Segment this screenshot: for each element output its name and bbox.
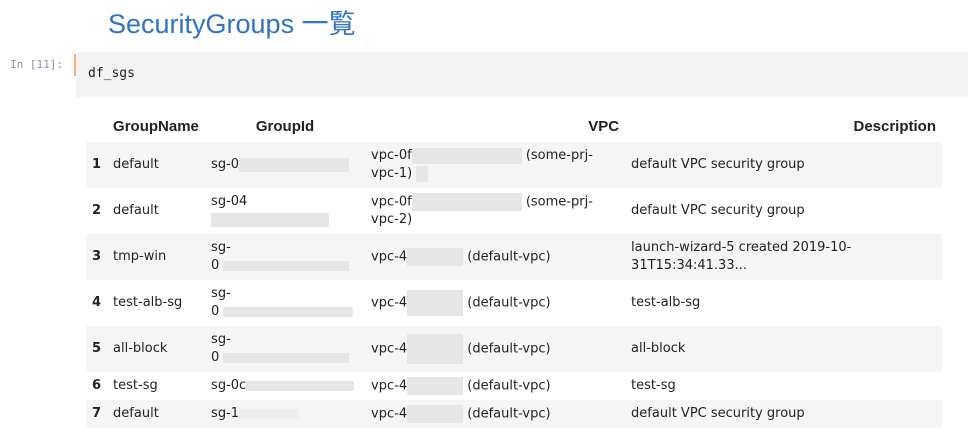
vpc-header: VPC xyxy=(588,117,620,135)
row-index: 6 xyxy=(86,372,108,400)
groupid-text: sg- xyxy=(211,240,231,255)
row-index: 3 xyxy=(86,234,108,280)
vpc-name: (default-vpc) xyxy=(467,295,551,311)
groupid-text-cont: 0 xyxy=(211,258,220,273)
row-index: 4 xyxy=(86,280,108,326)
table-row: 6 test-sg sg-0c vpc-4 (default-vpc) test… xyxy=(86,372,942,400)
table-row: 2 default sg-04 vpc-0f (some-prj- vpc-2)… xyxy=(86,188,942,234)
vpc-cell: vpc-0f (some-prj- vpc-2) xyxy=(365,188,626,234)
vpc-cell: vpc-0f (some-prj- vpc-1) xyxy=(365,142,626,188)
groupid-cell: sg- 0 xyxy=(205,280,366,326)
redaction xyxy=(407,404,464,423)
vpc-name: (default-vpc) xyxy=(467,378,551,394)
redaction xyxy=(407,376,464,395)
table-row: 1 default sg-0 vpc-0f (some-prj- vpc-1) … xyxy=(86,142,942,188)
description-header: Description xyxy=(853,117,936,135)
groupid-text: sg-0c xyxy=(211,378,247,393)
groupname-cell: all-block xyxy=(107,326,206,372)
redaction xyxy=(246,380,355,391)
groupid-text-cont: 0 xyxy=(211,350,220,365)
vpc-cell: vpc-4 (default-vpc) xyxy=(365,234,626,280)
table-row: 5 all-block sg- 0 vpc-4 (default-vpc) al… xyxy=(86,326,942,372)
table-header-row: GroupName GroupId VPC Description xyxy=(86,110,942,142)
groupid-text: sg- xyxy=(211,332,231,347)
redaction xyxy=(411,147,522,164)
redaction xyxy=(223,306,354,317)
redaction xyxy=(239,157,350,172)
vpc-cell: vpc-4 (default-vpc) xyxy=(365,400,626,428)
redaction xyxy=(407,247,464,266)
description-cell: launch-wizard-5 created 2019-10-31T15:34… xyxy=(625,234,942,280)
vpc-text: vpc-4 xyxy=(371,341,408,357)
page-title: SecurityGroups 一覧 xyxy=(108,9,356,39)
groupid-cell: sg- 0 xyxy=(205,326,366,372)
vpc-text: vpc-4 xyxy=(371,249,408,265)
redaction xyxy=(411,192,522,211)
cell-prompt: In [11]: xyxy=(10,58,63,71)
code-text[interactable]: df_sgs xyxy=(88,66,135,81)
redaction xyxy=(407,290,464,316)
groupid-text-cont: 0 xyxy=(211,304,220,319)
redaction xyxy=(211,212,330,227)
groupname-cell: test-alb-sg xyxy=(107,280,206,326)
vpc-name: (default-vpc) xyxy=(467,249,551,265)
table-row: 7 default sg-1 vpc-4 (default-vpc) defau… xyxy=(86,400,942,428)
row-index: 2 xyxy=(86,188,108,234)
vpc-name: (some-prj- xyxy=(525,148,593,163)
groupid-text: sg-1 xyxy=(211,406,240,421)
groupname-cell: default xyxy=(107,188,206,234)
groupname-cell: default xyxy=(107,142,206,188)
groupid-text: sg-0 xyxy=(211,157,240,172)
groupid-cell: sg-04 xyxy=(205,188,366,234)
groupid-cell: sg-0 xyxy=(205,142,366,188)
redaction xyxy=(223,260,350,271)
table-row: 4 test-alb-sg sg- 0 vpc-4 (default-vpc) … xyxy=(86,280,942,326)
vpc-cell: vpc-4 (default-vpc) xyxy=(365,372,626,400)
code-cell[interactable]: df_sgs xyxy=(76,52,968,97)
vpc-name: (some-prj- xyxy=(525,194,593,210)
vpc-text: vpc-4 xyxy=(371,378,408,394)
vpc-text: vpc-0f xyxy=(371,194,412,210)
vpc-name: (default-vpc) xyxy=(467,406,551,422)
groupid-text: sg- xyxy=(211,286,231,301)
vpc-name-cont: vpc-1) xyxy=(371,166,413,181)
groupid-text: sg-04 xyxy=(211,194,248,209)
groupid-cell: sg-1 xyxy=(205,400,366,428)
description-cell: default VPC security group xyxy=(625,142,942,188)
dataframe-table: GroupName GroupId VPC Description 1 defa… xyxy=(86,110,942,428)
description-cell: test-sg xyxy=(625,372,942,400)
row-index: 1 xyxy=(86,142,108,188)
vpc-name: (default-vpc) xyxy=(467,341,551,357)
index-header xyxy=(86,110,107,142)
description-cell: all-block xyxy=(625,326,942,372)
description-cell: default VPC security group xyxy=(625,188,942,234)
description-cell: default VPC security group xyxy=(625,400,942,428)
row-index: 5 xyxy=(86,326,108,372)
groupid-cell: sg-0c xyxy=(205,372,366,400)
groupid-header: GroupId xyxy=(255,117,315,135)
description-cell: test-alb-sg xyxy=(625,280,942,326)
groupname-header: GroupName xyxy=(113,117,199,135)
table-row: 3 tmp-win sg- 0 vpc-4 (default-vpc) laun… xyxy=(86,234,942,280)
groupname-cell: default xyxy=(107,400,206,428)
row-index: 7 xyxy=(86,400,108,428)
vpc-text: vpc-4 xyxy=(371,406,408,422)
vpc-name-cont: vpc-2) xyxy=(371,212,413,228)
redaction xyxy=(223,352,350,363)
groupname-cell: tmp-win xyxy=(107,234,206,280)
redaction xyxy=(407,334,464,364)
vpc-cell: vpc-4 (default-vpc) xyxy=(365,280,626,326)
redaction xyxy=(239,408,300,419)
vpc-text: vpc-4 xyxy=(371,295,408,311)
redaction xyxy=(416,165,429,182)
groupname-cell: test-sg xyxy=(107,372,206,400)
vpc-text: vpc-0f xyxy=(371,148,412,163)
vpc-cell: vpc-4 (default-vpc) xyxy=(365,326,626,372)
groupid-cell: sg- 0 xyxy=(205,234,366,280)
